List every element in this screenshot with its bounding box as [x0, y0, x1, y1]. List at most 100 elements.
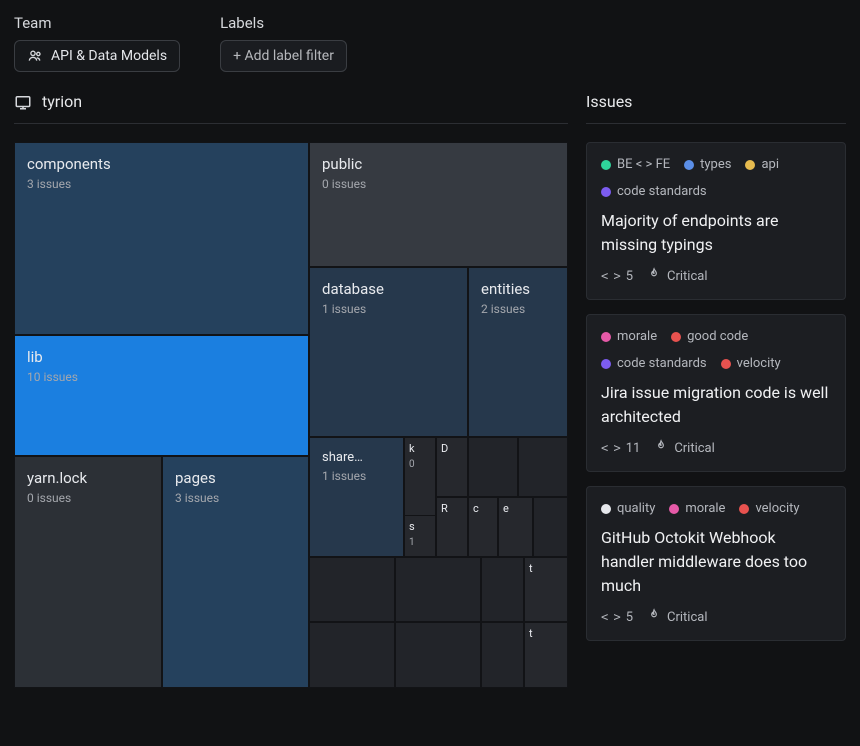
issue-severity: Critical [647, 608, 707, 626]
treemap[interactable]: components3 issues lib 10 issues yarn.lock0… [14, 142, 568, 688]
treemap-tile-row3b[interactable] [395, 622, 481, 688]
issue-label[interactable]: BE < > FE [601, 157, 670, 172]
issues-list: BE < > FEtypesapicode standardsMajority … [586, 142, 846, 655]
issues-header: Issues [586, 92, 846, 124]
treemap-tile-D[interactable]: D [436, 437, 468, 497]
tile-issue-count: 1 issues [322, 469, 391, 483]
treemap-tile-entities[interactable]: entities 2 issues [468, 267, 568, 437]
tile-issue-count: 3 issues [27, 177, 296, 191]
treemap-tile-row2c[interactable] [481, 557, 524, 622]
team-filter-group: Team API & Data Models [14, 14, 180, 72]
treemap-tile-components[interactable]: components3 issues [14, 142, 309, 335]
label-text: morale [685, 501, 725, 516]
flame-icon [654, 439, 668, 457]
issue-label[interactable]: types [684, 157, 731, 172]
issue-label[interactable]: morale [601, 329, 657, 344]
label-text: code standards [617, 356, 707, 371]
issue-meta: < >11 Critical [601, 439, 831, 457]
issue-card[interactable]: BE < > FEtypesapicode standardsMajority … [586, 142, 846, 300]
treemap-tile-blk3[interactable] [533, 497, 568, 557]
tile-name: lib [27, 348, 296, 366]
label-dot-icon [721, 359, 731, 369]
label-text: velocity [737, 356, 781, 371]
treemap-tile-blk1[interactable] [468, 437, 518, 497]
treemap-tile-shared[interactable]: share… 1 issues [309, 437, 404, 557]
label-text: morale [617, 329, 657, 344]
code-icon: < > [601, 441, 620, 455]
tile-name: D [441, 442, 463, 455]
issue-label[interactable]: velocity [721, 356, 781, 371]
treemap-tile-lib[interactable]: lib 10 issues [14, 335, 309, 456]
issue-card[interactable]: quality morale velocity GitHub Octokit Webh… [586, 486, 846, 641]
treemap-tile-yarn[interactable]: yarn.lock0 issues [14, 456, 162, 688]
tile-name: entities [481, 280, 555, 298]
treemap-column: tyrion components3 issues lib 10 issues yar… [14, 92, 568, 688]
issue-title: GitHub Octokit Webhook handler middlewar… [601, 526, 831, 598]
tile-issue-count: 0 issues [322, 177, 555, 191]
label-dot-icon [684, 160, 694, 170]
treemap-tile-row3d[interactable]: t [524, 622, 568, 688]
issue-label[interactable]: good code [671, 329, 748, 344]
label-text: types [700, 157, 731, 172]
tile-issue-count: 3 issues [175, 491, 296, 505]
label-text: BE < > FE [617, 157, 670, 172]
issue-label[interactable]: code standards [601, 356, 707, 371]
tile-name: share… [322, 450, 391, 465]
issue-label[interactable]: velocity [739, 501, 799, 516]
treemap-tile-c[interactable]: c [468, 497, 498, 557]
add-label-filter-button[interactable]: + Add label filter [220, 40, 347, 72]
treemap-tile-R[interactable]: R [436, 497, 468, 557]
issue-label[interactable]: api [745, 157, 779, 172]
team-filter-value: API & Data Models [51, 48, 167, 64]
tile-name: pages [175, 469, 296, 487]
tile-issue-count: 2 issues [481, 302, 555, 316]
repo-name: tyrion [42, 92, 82, 111]
add-label-filter-text: + Add label filter [233, 48, 334, 64]
treemap-tile-row2d[interactable]: t [524, 557, 568, 622]
issue-severity: Critical [647, 267, 707, 285]
issue-label[interactable]: quality [601, 501, 655, 516]
treemap-tile-s[interactable]: s1 [404, 515, 436, 557]
issue-card[interactable]: moralegood codecode standardsvelocityJir… [586, 314, 846, 472]
issue-severity: Critical [654, 439, 714, 457]
tile-name: public [322, 155, 555, 173]
issue-labels: morale good code code standards velocity [601, 329, 831, 371]
code-icon: < > [601, 269, 620, 283]
team-filter-pill[interactable]: API & Data Models [14, 40, 180, 72]
tile-name: s [409, 520, 431, 533]
tile-name: e [503, 502, 528, 515]
main-columns: tyrion components3 issues lib 10 issues yar… [14, 92, 846, 688]
labels-filter-label: Labels [220, 14, 347, 32]
tile-name: database [322, 280, 455, 298]
code-icon: < > [601, 610, 620, 624]
repo-header: tyrion [14, 92, 568, 124]
issue-labels: quality morale velocity [601, 501, 831, 516]
treemap-tile-pages[interactable]: pages 3 issues [162, 456, 309, 688]
team-icon [27, 48, 43, 64]
tile-issue-count: 10 issues [27, 370, 296, 384]
issue-code-count: < >11 [601, 441, 640, 456]
treemap-tile-blk2[interactable] [518, 437, 568, 497]
treemap-tile-row3c[interactable] [481, 622, 524, 688]
flame-icon [647, 267, 661, 285]
treemap-tile-row2b[interactable] [395, 557, 481, 622]
treemap-tile-e[interactable]: e [498, 497, 533, 557]
label-text: code standards [617, 184, 707, 199]
tile-name: t [529, 562, 563, 575]
treemap-tile-row3a[interactable] [309, 622, 395, 688]
issue-label[interactable]: code standards [601, 184, 707, 199]
treemap-tile-row2a[interactable] [309, 557, 395, 622]
filters-bar: Team API & Data Models Labels + Add labe… [14, 14, 846, 72]
treemap-tile-public[interactable]: public 0 issues [309, 142, 568, 267]
label-text: good code [687, 329, 748, 344]
label-dot-icon [745, 160, 755, 170]
label-dot-icon [601, 359, 611, 369]
tile-name: c [473, 502, 493, 515]
treemap-tile-database[interactable]: database1 issues [309, 267, 468, 437]
tile-name: k [409, 442, 431, 455]
issue-label[interactable]: morale [669, 501, 725, 516]
issue-code-count: < >5 [601, 269, 633, 284]
issue-meta: < >5 Critical [601, 267, 831, 285]
issue-meta: < >5Critical [601, 608, 831, 626]
issue-labels: BE < > FE types api code standards [601, 157, 831, 199]
